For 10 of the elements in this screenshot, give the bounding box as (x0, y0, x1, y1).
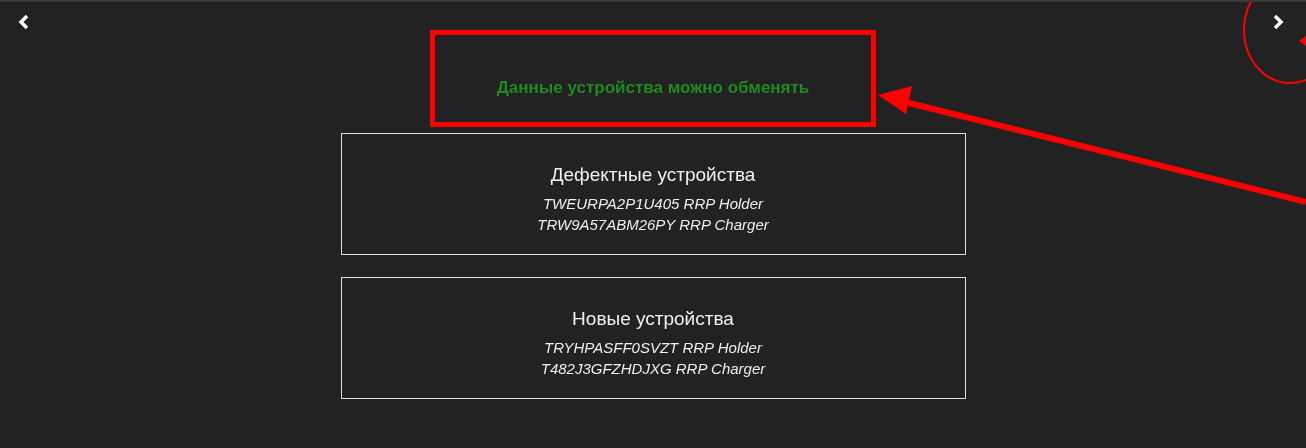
chevron-right-icon (1272, 15, 1284, 29)
device-entry: TWEURPA2P1U405 RRP Holder (542, 194, 764, 215)
card-title: Новые устройства (572, 306, 734, 331)
status-message: Данные устройства можно обменять (496, 76, 810, 99)
arrowhead-annotation (1299, 36, 1306, 46)
device-entry: TRW9A57ABM26PY RRP Charger (537, 215, 769, 236)
chevron-left-icon (18, 15, 30, 29)
device-entry: TRYHPASFF0SVZT RRP Holder (544, 338, 762, 359)
device-entry: T482J3GFZHDJXG RRP Charger (540, 359, 766, 380)
card-title: Дефектные устройства (550, 162, 756, 187)
